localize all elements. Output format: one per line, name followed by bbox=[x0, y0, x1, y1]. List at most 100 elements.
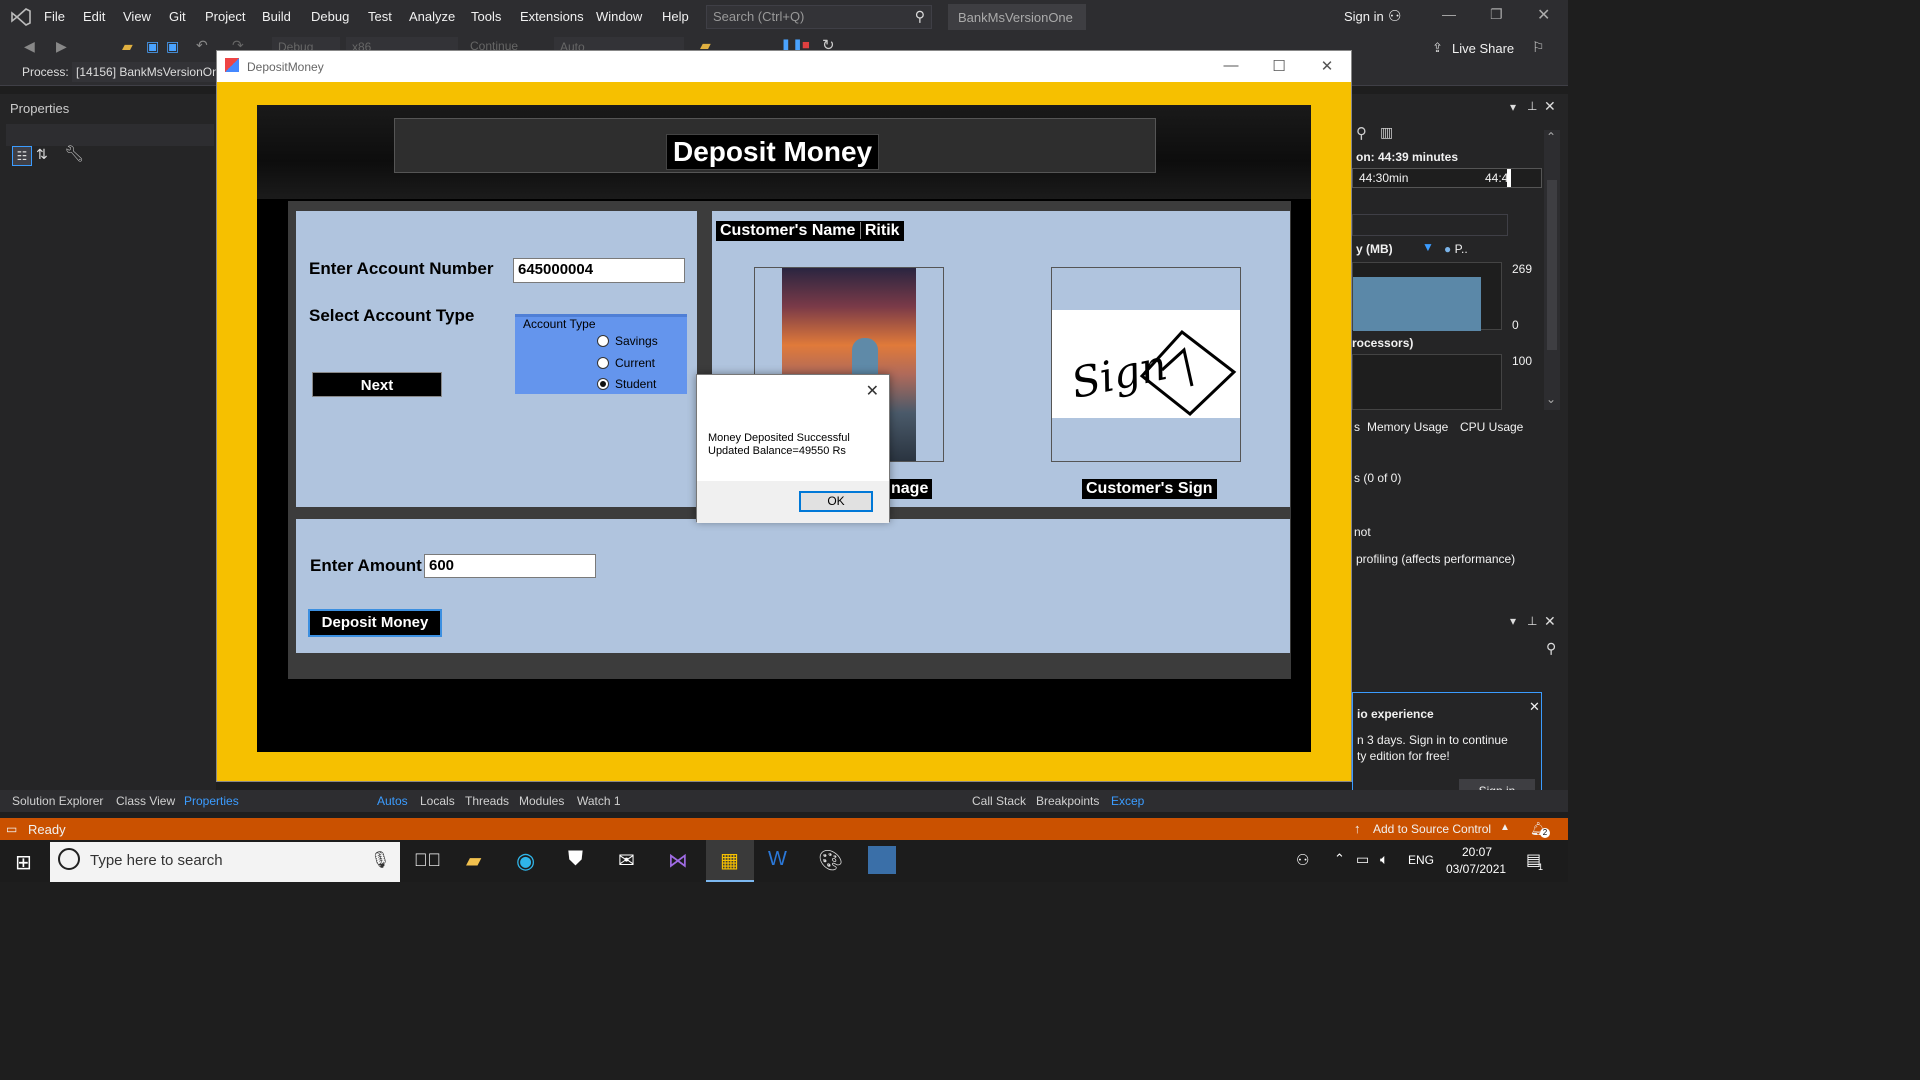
scroll-down-icon[interactable]: ⌄ bbox=[1546, 392, 1556, 406]
menu-build[interactable]: Build bbox=[262, 9, 291, 24]
menu-git[interactable]: Git bbox=[169, 9, 186, 24]
radio-current[interactable]: Current bbox=[597, 356, 655, 370]
menu-debug[interactable]: Debug bbox=[311, 9, 349, 24]
diag-scrollbar[interactable]: ⌃ ⌄ bbox=[1544, 130, 1560, 410]
timeline-ruler[interactable]: 44:30min 44:4 bbox=[1352, 168, 1542, 188]
sign-in-link[interactable]: Sign in bbox=[1344, 9, 1384, 24]
taskbar-search[interactable]: Type here to search 🎙︎ bbox=[50, 842, 400, 882]
amount-input[interactable]: 600 bbox=[424, 554, 596, 578]
paint-icon[interactable]: 🎨︎ bbox=[818, 848, 843, 873]
clock-date[interactable]: 03/07/2021 bbox=[1446, 862, 1506, 876]
vs-search-box[interactable]: Search (Ctrl+Q) ⚲ bbox=[706, 5, 932, 29]
property-pages-icon[interactable]: 🔧︎ bbox=[64, 144, 84, 164]
live-share-button[interactable]: Live Share bbox=[1452, 41, 1514, 56]
timeline-cursor[interactable] bbox=[1507, 169, 1511, 187]
next-button[interactable]: Next bbox=[312, 372, 442, 397]
properties-object-selector[interactable] bbox=[6, 124, 214, 146]
panel-close-icon[interactable]: ✕ bbox=[1544, 98, 1556, 115]
tab-properties[interactable]: Properties bbox=[184, 794, 239, 808]
account-icon[interactable]: ⚇ bbox=[1388, 7, 1401, 25]
account-number-input[interactable]: 645000004 bbox=[513, 258, 685, 283]
window-maximize-icon[interactable]: ☐ bbox=[1269, 57, 1289, 75]
volume-icon[interactable]: 🔈︎ bbox=[1380, 851, 1388, 868]
tab-locals[interactable]: Locals bbox=[420, 794, 455, 808]
menu-analyze[interactable]: Analyze bbox=[409, 9, 455, 24]
save-all-icon[interactable]: ▣ bbox=[166, 38, 179, 55]
tab-watch-1[interactable]: Watch 1 bbox=[577, 794, 621, 808]
tab-cpu-usage[interactable]: CPU Usage bbox=[1460, 420, 1523, 434]
people-icon[interactable]: ⚇ bbox=[1296, 851, 1309, 869]
word-icon[interactable]: W bbox=[768, 848, 787, 871]
sql-icon[interactable] bbox=[868, 846, 896, 874]
feedback-icon[interactable]: ⚐ bbox=[1532, 39, 1545, 56]
dialog-close-icon[interactable]: ✕ bbox=[866, 381, 879, 401]
visual-studio-logo-icon[interactable] bbox=[10, 6, 32, 28]
task-view-icon[interactable]: ▯⃞ bbox=[414, 850, 441, 871]
chart-icon[interactable]: ▥ bbox=[1380, 124, 1393, 141]
menu-file[interactable]: File bbox=[44, 9, 65, 24]
pin-icon[interactable]: ⊥ bbox=[1527, 99, 1537, 113]
categorized-icon[interactable]: ☷ bbox=[12, 146, 32, 166]
tab-modules[interactable]: Modules bbox=[519, 794, 564, 808]
notif-close-icon[interactable]: ✕ bbox=[1529, 699, 1540, 715]
radio-student-circle[interactable] bbox=[597, 378, 609, 390]
tab-call-stack[interactable]: Call Stack bbox=[972, 794, 1026, 808]
add-to-source-control[interactable]: Add to Source Control bbox=[1373, 822, 1491, 836]
scroll-up-icon[interactable]: ⌃ bbox=[1546, 130, 1556, 144]
panel2-search-icon[interactable]: ⚲ bbox=[1546, 640, 1556, 657]
minimize-icon[interactable]: — bbox=[1442, 6, 1456, 22]
undo-icon[interactable]: ↶ bbox=[196, 37, 208, 54]
menu-view[interactable]: View bbox=[123, 9, 151, 24]
window-close-icon[interactable]: ✕ bbox=[1317, 57, 1337, 75]
store-icon[interactable]: ⛊ bbox=[568, 848, 583, 871]
visual-studio-taskbar-icon[interactable]: ⋈ bbox=[668, 848, 688, 873]
clock-time[interactable]: 20:07 bbox=[1462, 845, 1492, 859]
start-windows-icon[interactable]: ⊞ bbox=[15, 850, 32, 875]
menu-edit[interactable]: Edit bbox=[83, 9, 105, 24]
tray-chevron-icon[interactable]: ⌃ bbox=[1334, 851, 1345, 867]
tab-solution-explorer[interactable]: Solution Explorer bbox=[12, 794, 103, 808]
radio-savings-circle[interactable] bbox=[597, 335, 609, 347]
tab-breakpoints[interactable]: Breakpoints bbox=[1036, 794, 1099, 808]
radio-current-circle[interactable] bbox=[597, 357, 609, 369]
menu-window[interactable]: Window bbox=[596, 9, 642, 24]
panel-dropdown-icon[interactable]: ▾ bbox=[1510, 100, 1516, 114]
alphabetical-icon[interactable]: ⇅ bbox=[36, 146, 48, 163]
edge-icon[interactable]: ◉ bbox=[516, 848, 535, 874]
menu-tools[interactable]: Tools bbox=[471, 9, 501, 24]
deposit-money-button[interactable]: Deposit Money bbox=[308, 609, 442, 637]
dialog-ok-button[interactable]: OK bbox=[799, 491, 873, 512]
language-indicator[interactable]: ENG bbox=[1408, 853, 1434, 867]
file-explorer-icon[interactable]: ▰ bbox=[466, 848, 481, 873]
forward-icon[interactable]: ▶ bbox=[56, 38, 67, 55]
panel2-close-icon[interactable]: ✕ bbox=[1544, 613, 1556, 630]
live-share-icon[interactable]: ⇪ bbox=[1432, 40, 1443, 56]
close-icon[interactable]: ✕ bbox=[1537, 5, 1550, 25]
window-minimize-icon[interactable]: — bbox=[1221, 57, 1241, 74]
network-icon[interactable]: ▭ bbox=[1356, 851, 1369, 868]
zoom-icon[interactable]: ⚲ bbox=[1356, 124, 1367, 142]
tab-exceptions[interactable]: Excep bbox=[1111, 794, 1144, 808]
filter-icon[interactable]: ▼ bbox=[1422, 240, 1434, 254]
window-titlebar[interactable]: DepositMoney — ☐ ✕ bbox=[217, 51, 1351, 82]
back-icon[interactable]: ◀ bbox=[24, 38, 35, 55]
restore-icon[interactable]: ❐ bbox=[1490, 6, 1503, 23]
panel2-dropdown-icon[interactable]: ▾ bbox=[1510, 614, 1516, 628]
radio-student[interactable]: Student bbox=[597, 377, 656, 391]
menu-test[interactable]: Test bbox=[368, 9, 392, 24]
panel2-pin-icon[interactable]: ⊥ bbox=[1527, 614, 1537, 628]
menu-project[interactable]: Project bbox=[205, 9, 245, 24]
menu-help[interactable]: Help bbox=[662, 9, 689, 24]
tab-prefix[interactable]: s bbox=[1354, 420, 1360, 434]
radio-savings[interactable]: Savings bbox=[597, 334, 658, 348]
tab-threads[interactable]: Threads bbox=[465, 794, 509, 808]
tab-class-view[interactable]: Class View bbox=[116, 794, 175, 808]
open-folder-icon[interactable]: ▰ bbox=[122, 38, 133, 55]
depositmoney-taskbar-button[interactable]: ▦ bbox=[706, 840, 754, 882]
tab-autos[interactable]: Autos bbox=[377, 794, 408, 808]
microphone-icon[interactable]: 🎙︎ bbox=[370, 850, 390, 870]
tab-memory-usage[interactable]: Memory Usage bbox=[1367, 420, 1448, 434]
caret-up-icon[interactable]: ▲ bbox=[1500, 822, 1510, 833]
save-icon[interactable]: ▣ bbox=[146, 38, 159, 55]
process-dropdown[interactable]: [14156] BankMsVersionOn bbox=[72, 62, 222, 82]
